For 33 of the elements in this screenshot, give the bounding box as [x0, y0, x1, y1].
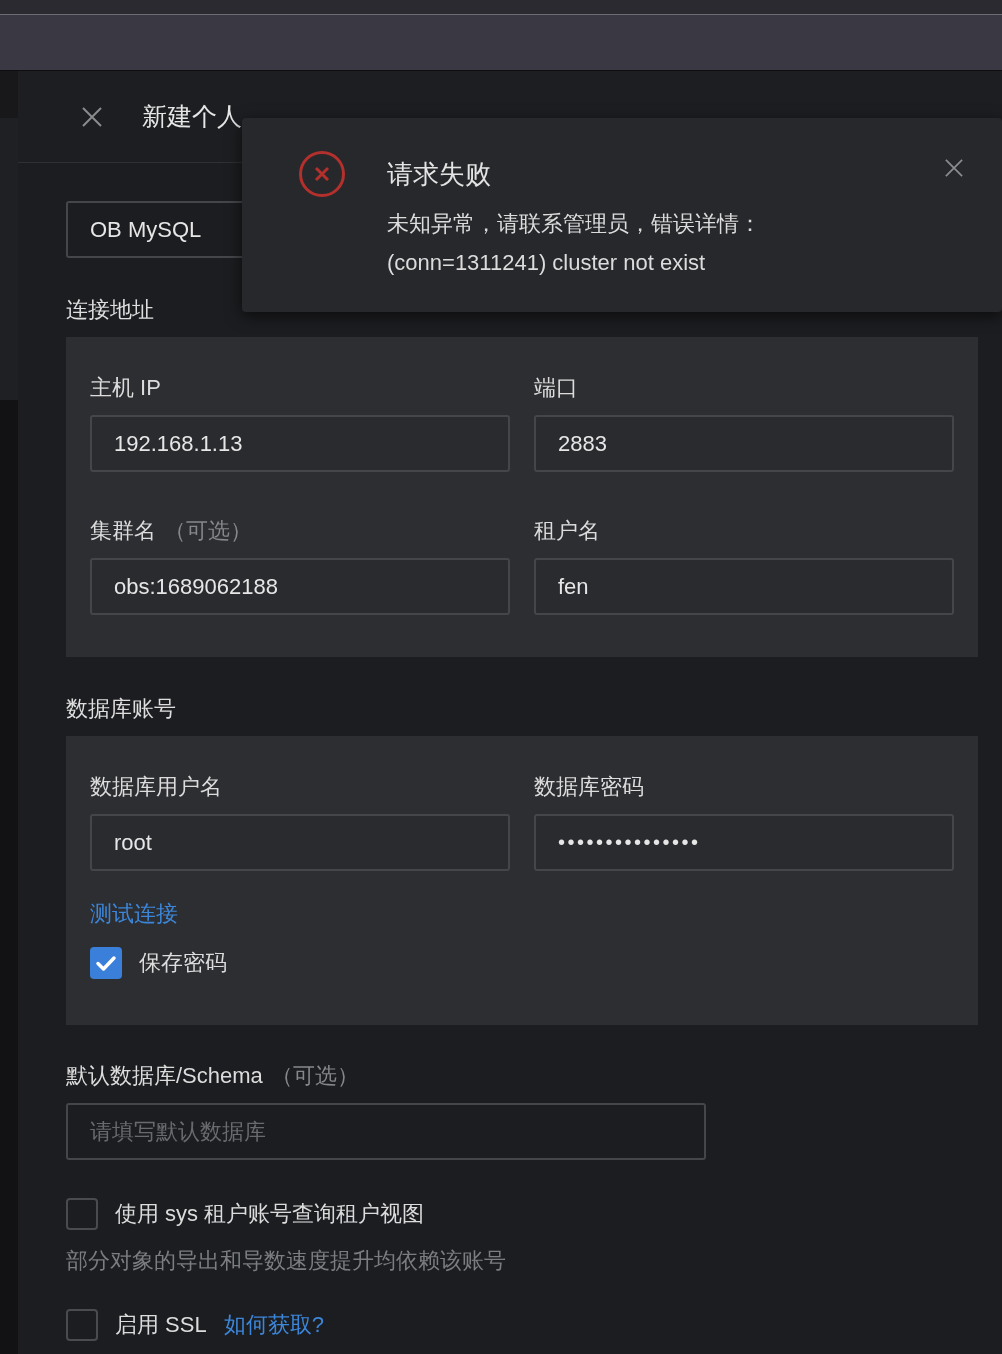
section-title: 数据库账号	[66, 695, 176, 723]
notification-title: 请求失败	[387, 158, 491, 191]
error-icon	[299, 151, 345, 197]
input-field[interactable]: root	[90, 814, 510, 871]
input-field[interactable]: obs:1689062188	[90, 558, 510, 615]
field-label: 端口	[534, 374, 578, 402]
checkbox[interactable]	[66, 1198, 98, 1230]
close-icon[interactable]	[82, 106, 102, 127]
input-field[interactable]: fen	[534, 558, 954, 615]
checkbox[interactable]	[66, 1309, 98, 1341]
optional-hint: （可选）	[164, 517, 252, 545]
field-label: 集群名	[90, 517, 156, 545]
field-label: 数据库用户名	[90, 773, 222, 801]
checkbox-label: 使用 sys 租户账号查询租户视图	[115, 1200, 425, 1228]
optional-hint: （可选）	[270, 1062, 359, 1090]
test-connection-link[interactable]: 测试连接	[90, 898, 178, 930]
input-field[interactable]: 2883	[534, 415, 954, 472]
checkbox-label: 启用 SSL	[115, 1311, 207, 1339]
help-link[interactable]: 如何获取?	[223, 1309, 324, 1341]
drawer-title: 新建个人	[142, 101, 242, 132]
field-label: 租户名	[534, 517, 600, 545]
close-icon[interactable]	[945, 159, 963, 177]
field-label: 默认数据库/Schema	[66, 1062, 263, 1090]
select-value: OB MySQL	[90, 216, 202, 243]
notification-message: 未知异常，请联系管理员，错误详情： (conn=1311241) cluster not exist	[387, 210, 761, 277]
field-label: 主机 IP	[90, 374, 161, 402]
checkbox[interactable]	[90, 947, 122, 979]
password-field[interactable]: •••••••••••••••	[534, 814, 954, 871]
checkbox-label: 保存密码	[139, 949, 227, 977]
section-title: 连接地址	[66, 296, 154, 324]
field-label: 数据库密码	[534, 773, 644, 801]
help-text: 部分对象的导出和导数速度提升均依赖该账号	[66, 1247, 506, 1275]
input-field[interactable]: 192.168.1.13	[90, 415, 510, 472]
